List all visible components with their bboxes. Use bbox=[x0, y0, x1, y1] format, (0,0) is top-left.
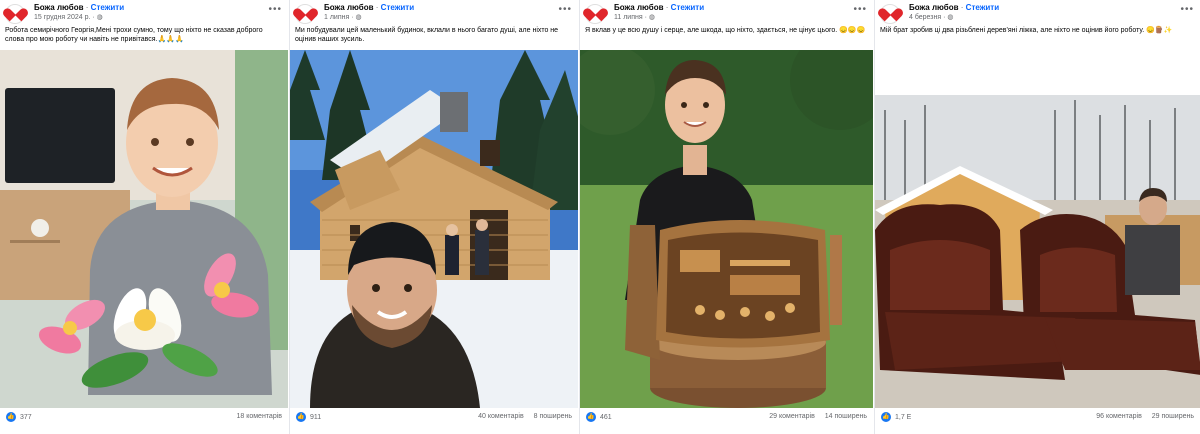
reaction-count: 377 bbox=[20, 413, 32, 421]
post-header: Божа любов · Стежити 11 липня · ◍ ••• bbox=[580, 0, 873, 24]
post-card-4: Божа любов · Стежити 4 березня · ◍ ••• М… bbox=[874, 0, 1200, 434]
more-options-icon[interactable]: ••• bbox=[1180, 4, 1194, 15]
comments-count[interactable]: 40 коментарів bbox=[478, 413, 524, 420]
author-line: Божа любов · Стежити bbox=[324, 3, 578, 13]
reactions[interactable]: 👍 911 bbox=[296, 412, 321, 422]
engagement-counts: 18 коментарів bbox=[236, 413, 282, 420]
post-photo[interactable] bbox=[290, 50, 578, 408]
post-header: Божа любов · Стежити 1 липня · ◍ ••• bbox=[290, 0, 578, 24]
reactions[interactable]: 👍 461 bbox=[586, 412, 612, 422]
like-icon: 👍 bbox=[6, 412, 16, 422]
comments-count[interactable]: 18 коментарів bbox=[236, 413, 282, 420]
reaction-count: 1,7 Е bbox=[895, 413, 912, 421]
post-date[interactable]: 4 березня bbox=[909, 14, 941, 21]
separator: · bbox=[92, 14, 95, 21]
separator: · bbox=[351, 14, 354, 21]
post-photo[interactable] bbox=[580, 50, 873, 408]
post-header: Божа любов · Стежити 4 березня · ◍ ••• bbox=[875, 0, 1200, 24]
more-options-icon[interactable]: ••• bbox=[558, 4, 572, 15]
like-icon: 👍 bbox=[586, 412, 596, 422]
author-line: Божа любов · Стежити bbox=[34, 3, 288, 13]
heart-logo-icon[interactable] bbox=[880, 4, 900, 24]
separator: · bbox=[665, 3, 669, 12]
engagement-counts: 40 коментарів 8 поширень bbox=[478, 413, 572, 420]
comments-count[interactable]: 29 коментарів bbox=[769, 413, 815, 420]
more-options-icon[interactable]: ••• bbox=[268, 4, 282, 15]
shares-count[interactable]: 8 поширень bbox=[534, 413, 572, 420]
post-caption: Робота семирічного Георгія,Мені трохи су… bbox=[5, 27, 263, 43]
author-name[interactable]: Божа любов bbox=[34, 3, 84, 12]
post-card-2: Божа любов · Стежити 1 липня · ◍ ••• Ми … bbox=[289, 0, 578, 434]
heart-logo-icon[interactable] bbox=[295, 4, 315, 24]
post-caption: Я вклав у це всю душу і серце, але шкода… bbox=[585, 27, 866, 34]
globe-icon: ◍ bbox=[355, 14, 362, 21]
comments-count[interactable]: 96 коментарів bbox=[1096, 413, 1142, 420]
post-meta: 4 березня · ◍ bbox=[909, 13, 1200, 22]
more-options-icon[interactable]: ••• bbox=[853, 4, 867, 15]
post-photo[interactable] bbox=[0, 50, 288, 408]
follow-button[interactable]: Стежити bbox=[966, 3, 999, 12]
post-photo[interactable] bbox=[875, 50, 1200, 408]
author-line: Божа любов · Стежити bbox=[614, 3, 873, 13]
post-caption: Ми побудували цей маленький будинок, вкл… bbox=[295, 27, 559, 43]
post-card-1: Божа любов · Стежити 15 грудня 2024 р. ·… bbox=[0, 0, 288, 434]
separator: · bbox=[644, 14, 647, 21]
follow-button[interactable]: Стежити bbox=[381, 3, 414, 12]
post-date[interactable]: 1 липня bbox=[324, 14, 349, 21]
shares-count[interactable]: 14 поширень bbox=[825, 413, 867, 420]
post-footer: 👍 911 40 коментарів 8 поширень bbox=[290, 408, 578, 426]
engagement-counts: 29 коментарів 14 поширень bbox=[769, 413, 867, 420]
post-footer: 👍 461 29 коментарів 14 поширень bbox=[580, 408, 873, 426]
separator: · bbox=[375, 3, 379, 12]
post-date[interactable]: 11 липня bbox=[614, 14, 643, 21]
follow-button[interactable]: Стежити bbox=[671, 3, 704, 12]
reactions[interactable]: 👍 1,7 Е bbox=[881, 412, 911, 422]
author-line: Божа любов · Стежити bbox=[909, 3, 1200, 13]
post-meta: 11 липня · ◍ bbox=[614, 13, 873, 22]
like-icon: 👍 bbox=[881, 412, 891, 422]
post-footer: 👍 377 18 коментарів bbox=[0, 408, 288, 426]
shares-count[interactable]: 29 поширень bbox=[1152, 413, 1194, 420]
separator: · bbox=[943, 14, 946, 21]
author-name[interactable]: Божа любов bbox=[614, 3, 664, 12]
like-icon: 👍 bbox=[296, 412, 306, 422]
author-name[interactable]: Божа любов bbox=[324, 3, 374, 12]
author-name[interactable]: Божа любов bbox=[909, 3, 959, 12]
post-header: Божа любов · Стежити 15 грудня 2024 р. ·… bbox=[0, 0, 288, 24]
post-footer: 👍 1,7 Е 96 коментарів 29 поширень bbox=[875, 408, 1200, 426]
post-meta: 1 липня · ◍ bbox=[324, 13, 578, 22]
post-caption: Мій брат зробив ці два різьблені дерев'я… bbox=[880, 27, 1173, 34]
globe-icon: ◍ bbox=[947, 14, 954, 21]
engagement-counts: 96 коментарів 29 поширень bbox=[1096, 413, 1194, 420]
heart-logo-icon[interactable] bbox=[585, 4, 605, 24]
separator: · bbox=[960, 3, 964, 12]
heart-logo-icon[interactable] bbox=[5, 4, 25, 24]
globe-icon: ◍ bbox=[96, 14, 103, 21]
follow-button[interactable]: Стежити bbox=[91, 3, 124, 12]
globe-icon: ◍ bbox=[648, 14, 656, 21]
reactions[interactable]: 👍 377 bbox=[6, 412, 32, 422]
post-meta: 15 грудня 2024 р. · ◍ bbox=[34, 13, 288, 22]
post-date[interactable]: 15 грудня 2024 р. bbox=[34, 14, 90, 21]
post-card-3: Божа любов · Стежити 11 липня · ◍ ••• Я … bbox=[579, 0, 873, 434]
reaction-count: 911 bbox=[310, 413, 322, 421]
separator: · bbox=[85, 3, 89, 12]
reaction-count: 461 bbox=[600, 413, 612, 421]
